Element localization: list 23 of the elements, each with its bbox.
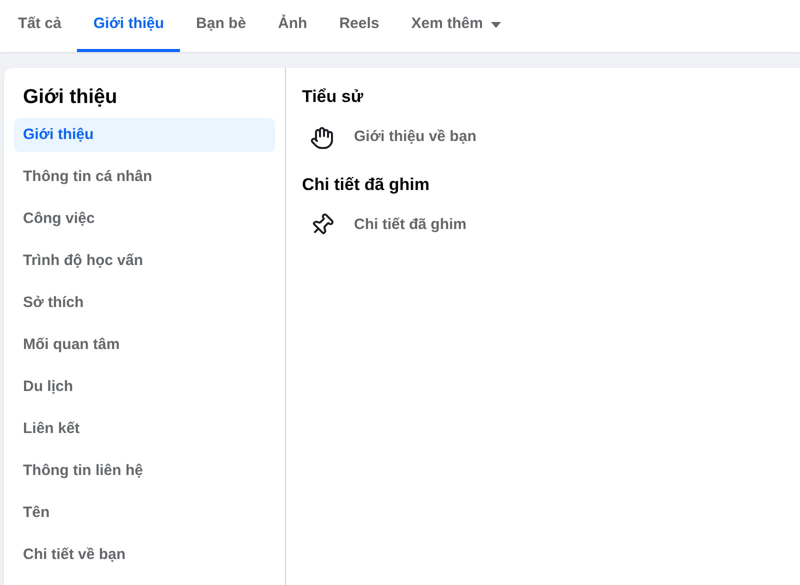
sidebar-item[interactable]: Chi tiết về bạn — [14, 538, 275, 572]
profile-tab[interactable]: Ảnh — [262, 0, 324, 52]
detail-link[interactable]: Chi tiết đã ghim — [354, 214, 466, 236]
sidebar-item[interactable]: Du lịch — [14, 370, 275, 404]
profile-tab[interactable]: Xem thêm — [395, 0, 517, 52]
sidebar-item[interactable]: Sở thích — [14, 286, 275, 320]
profile-tab[interactable]: Tất cả — [2, 0, 78, 52]
profile-tab[interactable]: Giới thiệu — [77, 0, 180, 52]
sidebar-item[interactable]: Mối quan tâm — [14, 328, 275, 362]
waving-hand-icon — [310, 126, 334, 150]
sidebar-item[interactable]: Thông tin cá nhân — [14, 160, 275, 194]
sidebar-item[interactable]: Tên — [14, 496, 275, 530]
sidebar-title: Giới thiệu — [22, 85, 118, 110]
section-title: Chi tiết đã ghim — [302, 174, 430, 196]
sidebar-item[interactable]: Giới thiệu — [14, 118, 275, 152]
profile-tab[interactable]: Bạn bè — [180, 0, 262, 52]
profile-tab[interactable]: Reels — [323, 0, 396, 52]
sidebar-item[interactable]: Liên kết — [14, 412, 275, 446]
detail-link[interactable]: Giới thiệu về bạn — [354, 126, 476, 149]
sidebar-item[interactable]: Thông tin liên hệ — [14, 454, 275, 488]
sidebar-item[interactable]: Công việc — [14, 202, 275, 236]
sidebar-item[interactable]: Trình độ học vấn — [14, 244, 275, 278]
section-title: Tiểu sử — [302, 86, 364, 108]
